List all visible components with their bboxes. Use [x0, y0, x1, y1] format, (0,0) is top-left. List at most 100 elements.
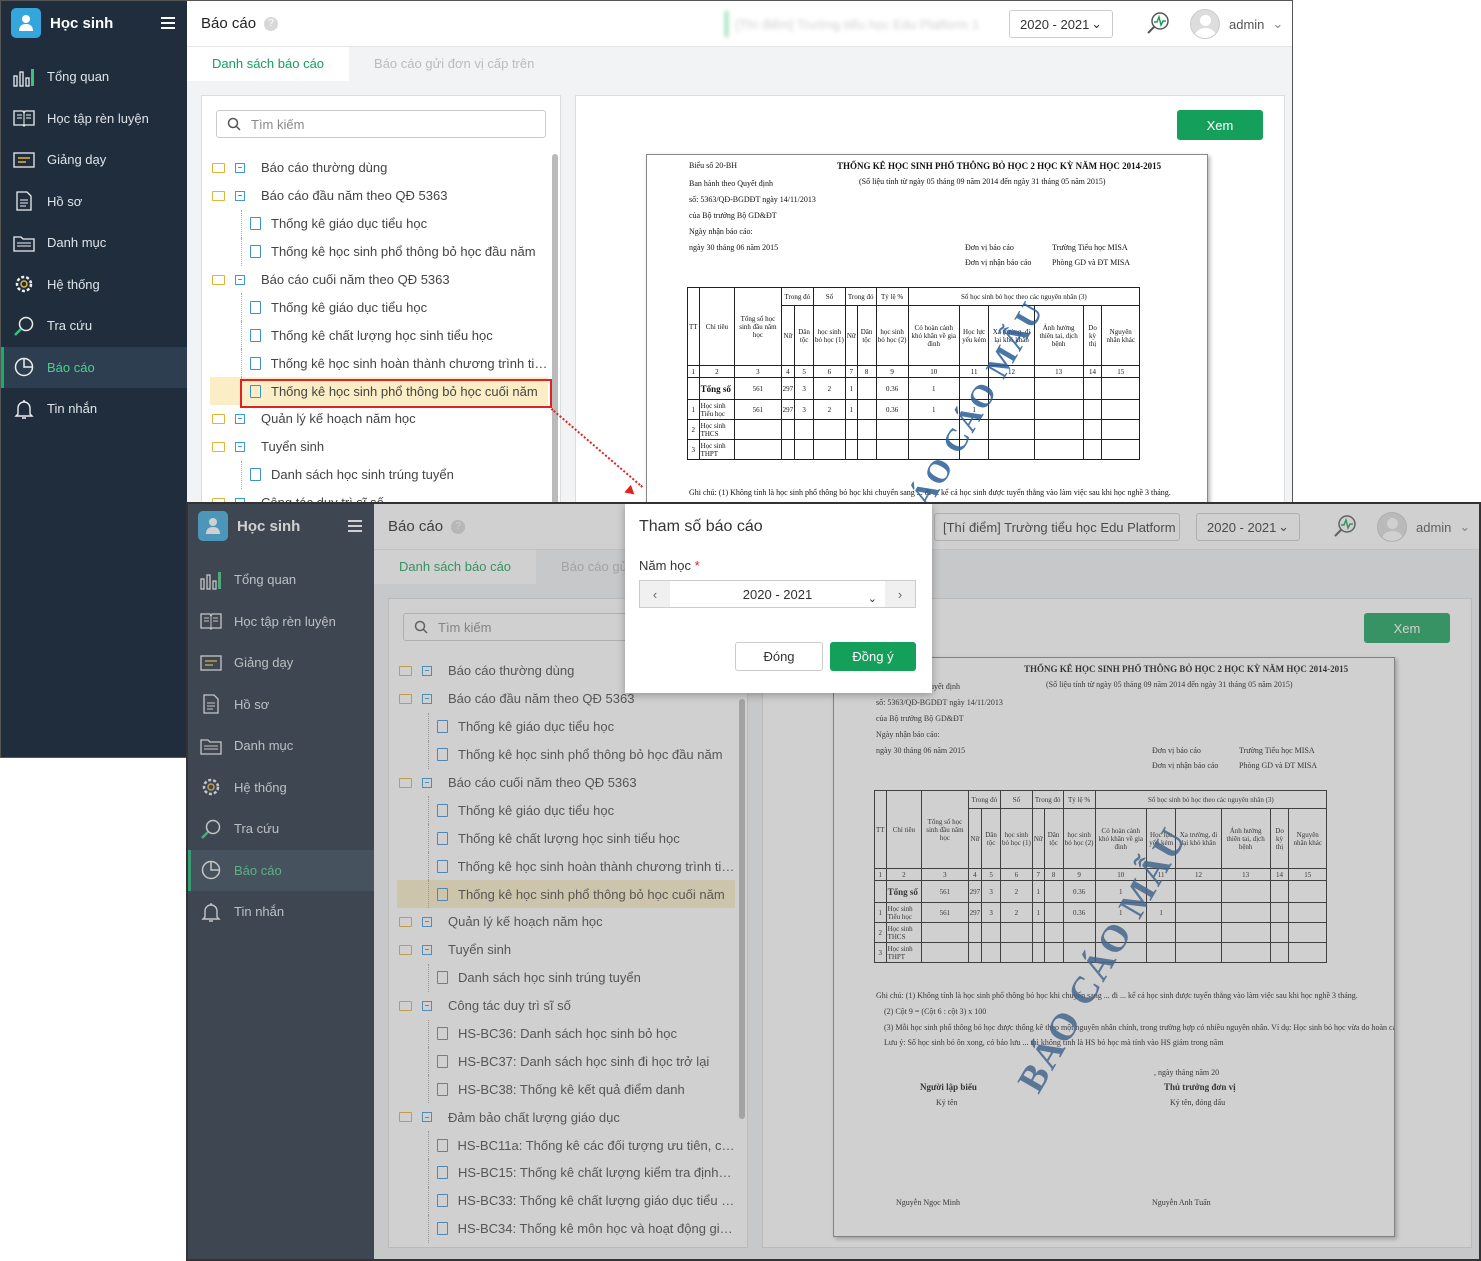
- tab-bar: Danh sách báo cáo Báo cáo gửi đơn vị cấp…: [187, 47, 1292, 81]
- tree-group[interactable]: Tuyển sinh: [210, 433, 548, 461]
- folder-icon: [212, 190, 225, 201]
- chevron-down-icon: ⌄: [867, 592, 877, 605]
- nav-item-label: Hồ sơ: [47, 193, 83, 209]
- chevron-right-icon[interactable]: ›: [885, 581, 915, 607]
- tree-group[interactable]: Quản lý kế hoạch năm học: [210, 405, 548, 433]
- report-cell: [687, 377, 700, 400]
- search-placeholder: Tìm kiếm: [251, 116, 305, 132]
- th-num: 1: [687, 365, 700, 378]
- report-cell: [1033, 377, 1084, 400]
- report-title: THỐNG KÊ HỌC SINH PHỔ THÔNG BỎ HỌC 2 HỌC…: [837, 161, 1162, 171]
- report-cell: [1101, 399, 1140, 420]
- report-cell: 0.36: [875, 377, 909, 400]
- report-ministry: của Bộ trưởng Bộ GD&ĐT: [689, 211, 777, 220]
- close-button[interactable]: Đóng: [735, 642, 823, 671]
- report-cell: [856, 439, 877, 460]
- th-sub: Nguyên nhân khác: [1101, 305, 1140, 366]
- tree-item[interactable]: Thống kê học sinh phổ thông bỏ học đầu n…: [210, 237, 548, 266]
- th-sub: Do kỳ thị: [1082, 305, 1103, 366]
- tree-item[interactable]: Danh sách học sinh trúng tuyển: [210, 460, 548, 489]
- th-num: 6: [812, 365, 846, 378]
- tree-item[interactable]: Thống kê giáo dục tiểu học: [210, 293, 548, 322]
- sidebar: Học sinh Tổng quan Học tập rèn luyện Giảng…: [1, 1, 187, 757]
- tree-group[interactable]: Báo cáo đầu năm theo QĐ 5363: [210, 182, 548, 210]
- school-year-select[interactable]: 2020 - 2021 ⌄: [670, 587, 885, 605]
- chart-bar-icon: [12, 66, 36, 88]
- search-input[interactable]: Tìm kiếm: [216, 110, 546, 138]
- nav-item-system[interactable]: Hệ thống: [1, 264, 187, 306]
- nav-item-reports[interactable]: Báo cáo: [1, 346, 187, 388]
- th-num: 2: [698, 365, 736, 378]
- chevron-left-icon[interactable]: ‹: [640, 581, 670, 607]
- collapse-icon[interactable]: [235, 274, 245, 285]
- folder-icon: [212, 413, 225, 424]
- report-cell: [1082, 419, 1103, 440]
- tab-report-upper[interactable]: Báo cáo gửi đơn vị cấp trên: [349, 47, 559, 81]
- tree-item[interactable]: Thống kê giáo dục tiểu học: [210, 209, 548, 238]
- document-icon: [250, 217, 261, 231]
- th-num: 10: [907, 365, 960, 378]
- nav-item-label: Danh mục: [47, 235, 107, 251]
- view-button[interactable]: Xem: [1177, 110, 1263, 140]
- report-cell: [856, 377, 877, 400]
- tree-label: Danh sách học sinh trúng tuyển: [271, 467, 454, 483]
- report-cell: [1033, 419, 1084, 440]
- report-cell: [1082, 439, 1103, 460]
- nav-item-messages[interactable]: Tin nhắn: [1, 388, 187, 430]
- profile-doc-icon: [12, 190, 36, 212]
- collapse-icon[interactable]: [235, 190, 245, 201]
- report-cell: [1101, 439, 1140, 460]
- tree-item[interactable]: Thống kê học sinh hoàn thành chương trìn…: [210, 349, 548, 378]
- year-selector[interactable]: 2020 - 2021 ⌄: [1009, 10, 1113, 38]
- tree-group[interactable]: Báo cáo cuối năm theo QĐ 5363: [210, 266, 548, 294]
- th-sub: Nữ: [844, 305, 858, 366]
- collapse-icon[interactable]: [235, 413, 245, 424]
- app-brand[interactable]: Học sinh: [1, 1, 187, 45]
- report-cell: 3: [687, 439, 700, 460]
- nav-item-label: Hệ thống: [47, 276, 100, 292]
- tree-group[interactable]: Báo cáo thường dùng: [210, 154, 548, 182]
- nav-item-teaching[interactable]: Giảng dạy: [1, 139, 187, 181]
- report-cell: [1033, 399, 1084, 420]
- nav-item-learning[interactable]: Học tập rèn luyện: [1, 98, 187, 140]
- report-form-code: Biểu số 20-BH: [689, 161, 737, 170]
- nav-item-label: Tổng quan: [47, 69, 110, 85]
- report-cell: 561: [734, 399, 782, 420]
- tree-label: Thống kê giáo dục tiểu học: [271, 216, 428, 232]
- report-cell: [844, 419, 858, 440]
- report-cell: 1: [687, 399, 700, 420]
- th-num: 15: [1101, 365, 1140, 378]
- nav-item-lookup[interactable]: Tra cứu: [1, 305, 187, 347]
- nav-item-overview[interactable]: Tổng quan: [1, 56, 187, 98]
- th-num: 3: [734, 365, 782, 378]
- report-recv-label: Đơn vị nhận báo cáo: [965, 258, 1032, 267]
- report-cell: [856, 399, 877, 420]
- th: Tỷ lệ %: [875, 287, 909, 306]
- scrollbar[interactable]: [552, 154, 558, 514]
- th: Trong đó: [844, 287, 877, 306]
- report-cell: 0.36: [875, 399, 909, 420]
- tree-label: Báo cáo cuối năm theo QĐ 5363: [261, 272, 450, 287]
- hamburger-menu-icon[interactable]: [161, 17, 175, 29]
- nav-item-records[interactable]: Hồ sơ: [1, 181, 187, 223]
- report-cell: 3: [794, 399, 814, 420]
- th: Tổng số học sinh đầu năm học: [734, 287, 782, 366]
- report-cell: [875, 439, 909, 460]
- school-selector-blurred[interactable]: [Thí điểm] Trường tiểu học Edu Platform …: [717, 10, 987, 38]
- report-cell: [1082, 399, 1103, 420]
- collapse-icon[interactable]: [235, 162, 245, 173]
- report-cell: [1101, 419, 1140, 440]
- help-icon[interactable]: ?: [264, 16, 279, 31]
- th: TT: [687, 287, 700, 366]
- activity-search-icon[interactable]: [1145, 10, 1171, 36]
- pie-chart-icon: [12, 356, 36, 378]
- school-icon: [725, 11, 728, 37]
- user-menu[interactable]: admin ⌄: [1190, 9, 1283, 39]
- tree-item[interactable]: Thống kê chất lượng học sinh tiểu học: [210, 321, 548, 350]
- tab-report-list[interactable]: Danh sách báo cáo: [187, 47, 350, 81]
- confirm-button[interactable]: Đồng ý: [830, 642, 916, 671]
- page-title: Báo cáo: [201, 15, 257, 32]
- dialog-title: Tham số báo cáo: [639, 518, 763, 535]
- nav-item-catalog[interactable]: Danh mục: [1, 222, 187, 264]
- collapse-icon[interactable]: [235, 441, 245, 452]
